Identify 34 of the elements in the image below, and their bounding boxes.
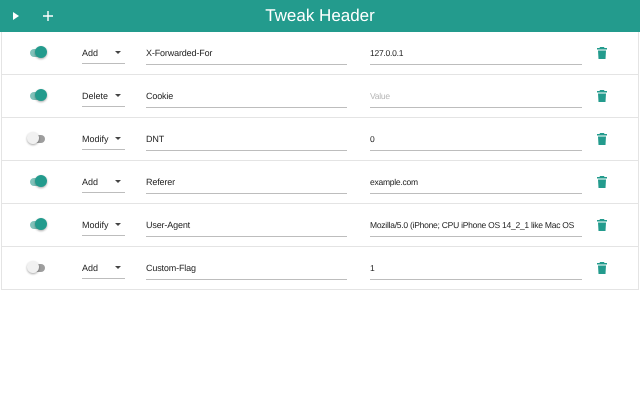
action-dropdown[interactable]: Modify	[82, 214, 125, 236]
caret-icon	[115, 51, 121, 54]
action-dropdown[interactable]: Add	[82, 257, 125, 279]
header-value-field[interactable]: Value	[370, 84, 582, 108]
header-value-field[interactable]: 127.0.0.1	[370, 42, 582, 64]
caret-icon	[115, 223, 121, 226]
header-value-field[interactable]: Mozilla/5.0 (iPhone; CPU iPhone OS 14_2_1 like Mac OS	[370, 214, 582, 236]
toggle-switch[interactable]	[27, 261, 47, 275]
header-name-field[interactable]: Referer	[146, 170, 347, 194]
delete-icon[interactable]	[597, 133, 607, 145]
header-value-field[interactable]: 0	[370, 128, 582, 150]
delete-icon[interactable]	[597, 90, 607, 102]
action-dropdown[interactable]: Modify	[82, 128, 125, 150]
action-dropdown[interactable]: Add	[82, 42, 125, 64]
delete-icon[interactable]	[597, 219, 607, 231]
header-value-field[interactable]: 1	[370, 256, 582, 280]
action-dropdown[interactable]: Delete	[82, 85, 125, 107]
header-name-field[interactable]: DNT	[146, 128, 347, 150]
caret-icon	[115, 266, 121, 269]
delete-icon[interactable]	[597, 262, 607, 274]
action-dropdown[interactable]: Add	[82, 171, 125, 193]
header-value-field[interactable]: example.com	[370, 170, 582, 194]
header-name-field[interactable]: Custom-Flag	[146, 256, 347, 280]
caret-icon	[115, 180, 121, 183]
header-name-field[interactable]: X-Forwarded-For	[146, 42, 347, 64]
delete-icon[interactable]	[597, 47, 607, 59]
toggle-switch[interactable]	[27, 132, 47, 146]
delete-icon[interactable]	[597, 176, 607, 188]
caret-icon	[115, 137, 121, 140]
header-name-field[interactable]: User-Agent	[146, 214, 347, 236]
plus-icon[interactable]	[40, 8, 56, 24]
header-name-field[interactable]: Cookie	[146, 84, 347, 108]
caret-icon	[115, 94, 121, 97]
app-title: Tweak Header	[265, 6, 375, 25]
